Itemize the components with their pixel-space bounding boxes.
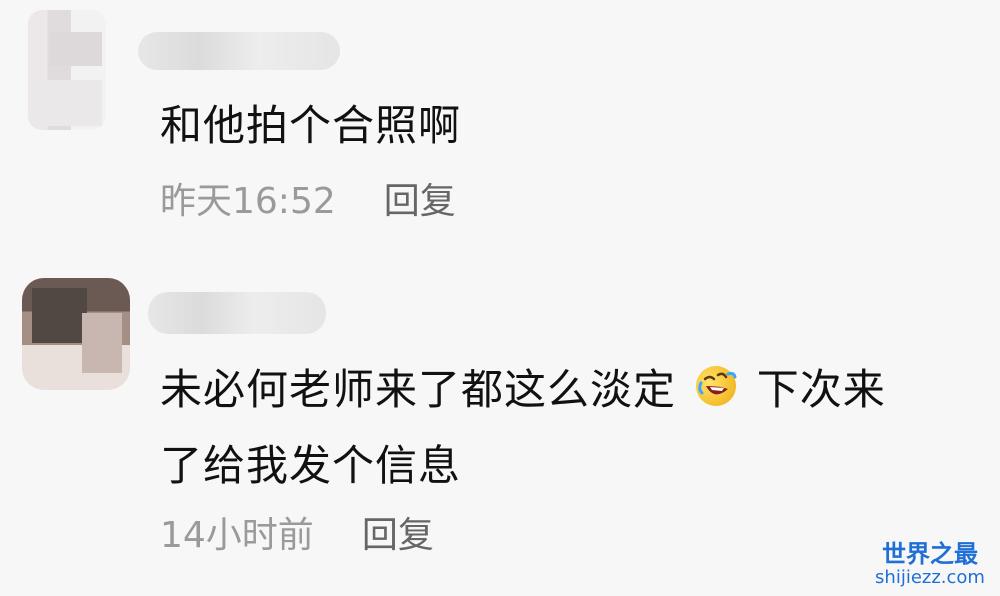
reply-button[interactable]: 回复 bbox=[362, 514, 434, 558]
watermark-url: shijiezz.com bbox=[875, 567, 985, 588]
username-blurred[interactable] bbox=[148, 292, 326, 334]
comment-text-line-2: 了给我发个信息 bbox=[160, 441, 462, 490]
comment-text: 未必何老师来了都这么淡定 下次来 了给我发个信息 bbox=[160, 352, 886, 504]
reply-button[interactable]: 回复 bbox=[384, 180, 456, 224]
comment-text-part-2: 下次来 bbox=[756, 365, 886, 414]
avatar[interactable] bbox=[28, 10, 106, 130]
comment-thread: 和他拍个合照啊 昨天16:52 回复 未必何老师来了都这么淡定 下次来 了给我发… bbox=[0, 0, 1000, 596]
comment-text: 和他拍个合照啊 bbox=[160, 101, 462, 150]
comment-text-part-1: 未必何老师来了都这么淡定 bbox=[160, 365, 677, 414]
rolling-on-floor-laughing-icon bbox=[692, 358, 740, 406]
comment-meta: 昨天16:52 回复 bbox=[160, 180, 456, 224]
watermark: 世界之最 shijiezz.com bbox=[870, 540, 990, 588]
timestamp: 昨天16:52 bbox=[160, 181, 336, 222]
avatar[interactable] bbox=[22, 278, 130, 390]
watermark-title: 世界之最 bbox=[882, 540, 978, 568]
comment-meta: 14小时前 回复 bbox=[160, 514, 434, 558]
username-blurred[interactable] bbox=[138, 32, 340, 70]
timestamp: 14小时前 bbox=[160, 515, 314, 556]
